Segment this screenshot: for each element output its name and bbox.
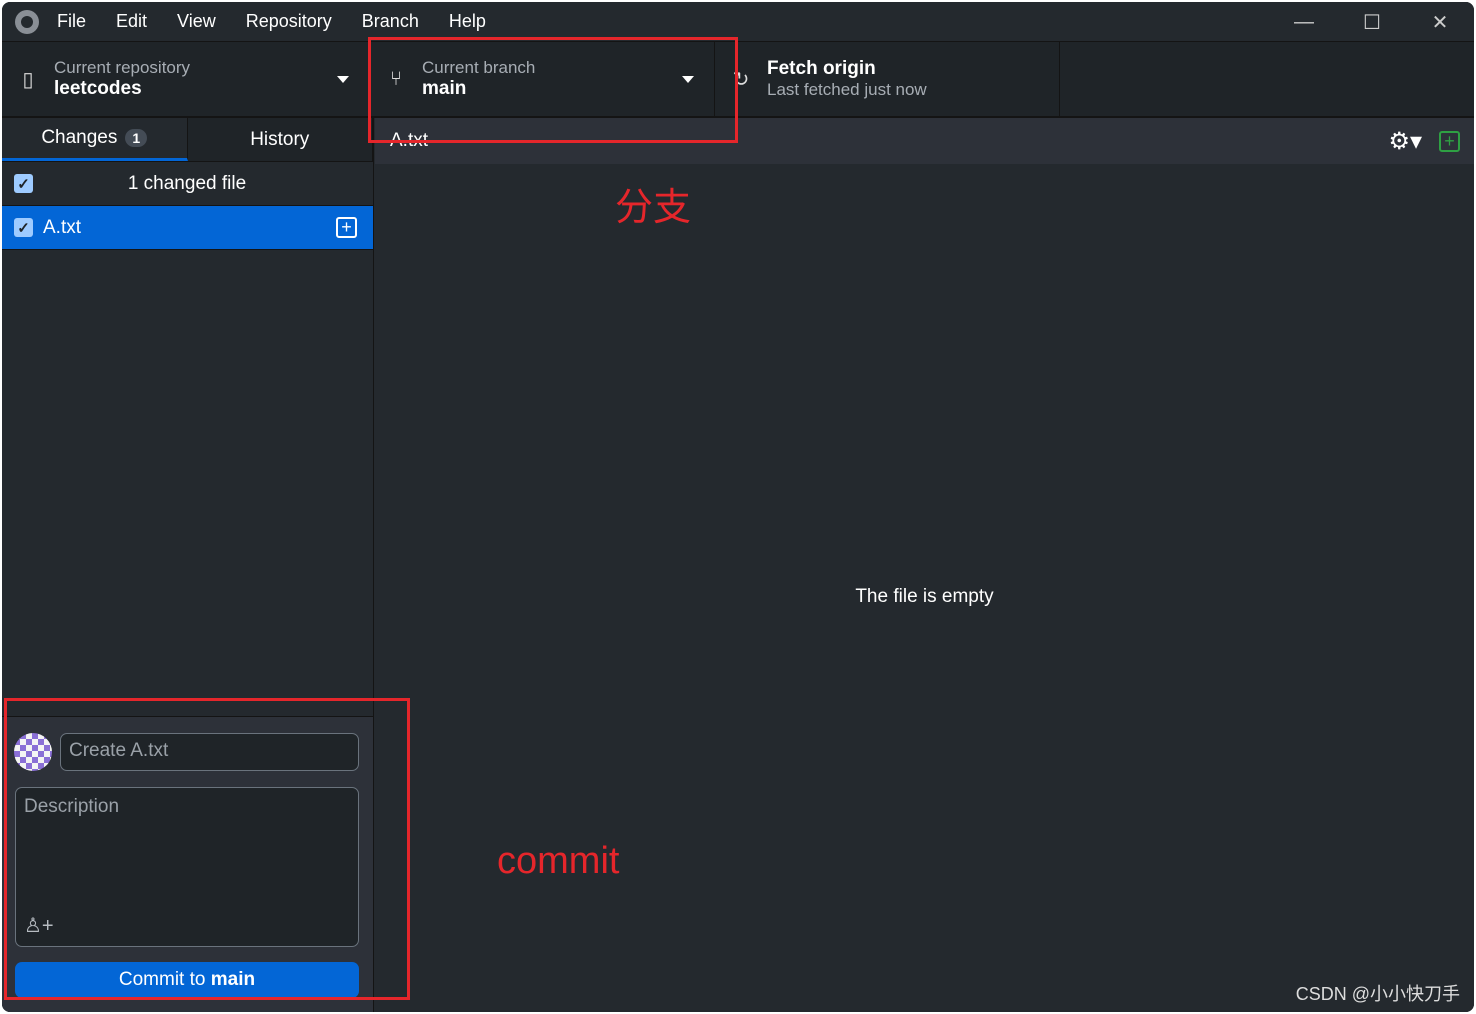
menu-edit[interactable]: Edit <box>116 11 147 31</box>
tab-changes-label: Changes <box>41 127 118 148</box>
repo-label: Current repository <box>54 58 191 77</box>
changed-files-header: ✓ 1 changed file <box>2 162 373 206</box>
watermark: CSDN @小小快刀手 <box>1295 984 1460 1004</box>
menu-bar: File Edit View Repository Branch Help <box>57 11 516 32</box>
fetch-origin-button[interactable]: ↻ Fetch origin Last fetched just now <box>715 42 1060 116</box>
fetch-label: Fetch origin <box>767 58 876 79</box>
gear-icon[interactable]: ⚙▾ <box>1388 127 1422 156</box>
commit-annotation-box <box>4 698 410 1000</box>
minimize-button[interactable]: — <box>1270 2 1338 42</box>
file-checkbox[interactable]: ✓ <box>14 218 33 237</box>
select-all-checkbox[interactable]: ✓ <box>14 174 33 193</box>
file-list-item[interactable]: ✓ A.txt + <box>2 206 373 250</box>
chevron-down-icon <box>337 76 349 83</box>
close-button[interactable]: ✕ <box>1406 2 1474 42</box>
toolbar: ▯ Current repository leetcodes ⑂ Current … <box>2 42 1474 118</box>
file-added-icon: + <box>1439 130 1460 152</box>
menu-view[interactable]: View <box>177 11 216 31</box>
tab-history-label: History <box>250 128 310 150</box>
maximize-button[interactable]: ☐ <box>1338 2 1406 42</box>
menu-help[interactable]: Help <box>449 11 486 31</box>
file-name: A.txt <box>43 216 82 238</box>
menu-file[interactable]: File <box>57 11 86 31</box>
file-added-icon: + <box>336 217 357 238</box>
repo-name: leetcodes <box>54 78 142 99</box>
menu-repository[interactable]: Repository <box>246 11 332 31</box>
tab-history[interactable]: History <box>188 118 373 161</box>
changes-count-badge: 1 <box>125 129 148 147</box>
title-bar: File Edit View Repository Branch Help — ☐ ✕ <box>2 2 1474 42</box>
menu-branch[interactable]: Branch <box>362 11 419 31</box>
tab-changes[interactable]: Changes 1 <box>2 118 188 161</box>
changed-files-count: 1 changed file <box>127 172 247 194</box>
empty-file-message: The file is empty <box>855 586 994 607</box>
branch-annotation-box <box>368 37 738 143</box>
current-repository-button[interactable]: ▯ Current repository leetcodes <box>2 42 370 116</box>
repo-icon: ▯ <box>22 68 34 91</box>
commit-annotation-label: commit <box>497 840 620 882</box>
fetch-status: Last fetched just now <box>767 80 927 99</box>
github-logo-icon <box>15 9 39 34</box>
branch-annotation-label: 分支 <box>615 187 692 229</box>
